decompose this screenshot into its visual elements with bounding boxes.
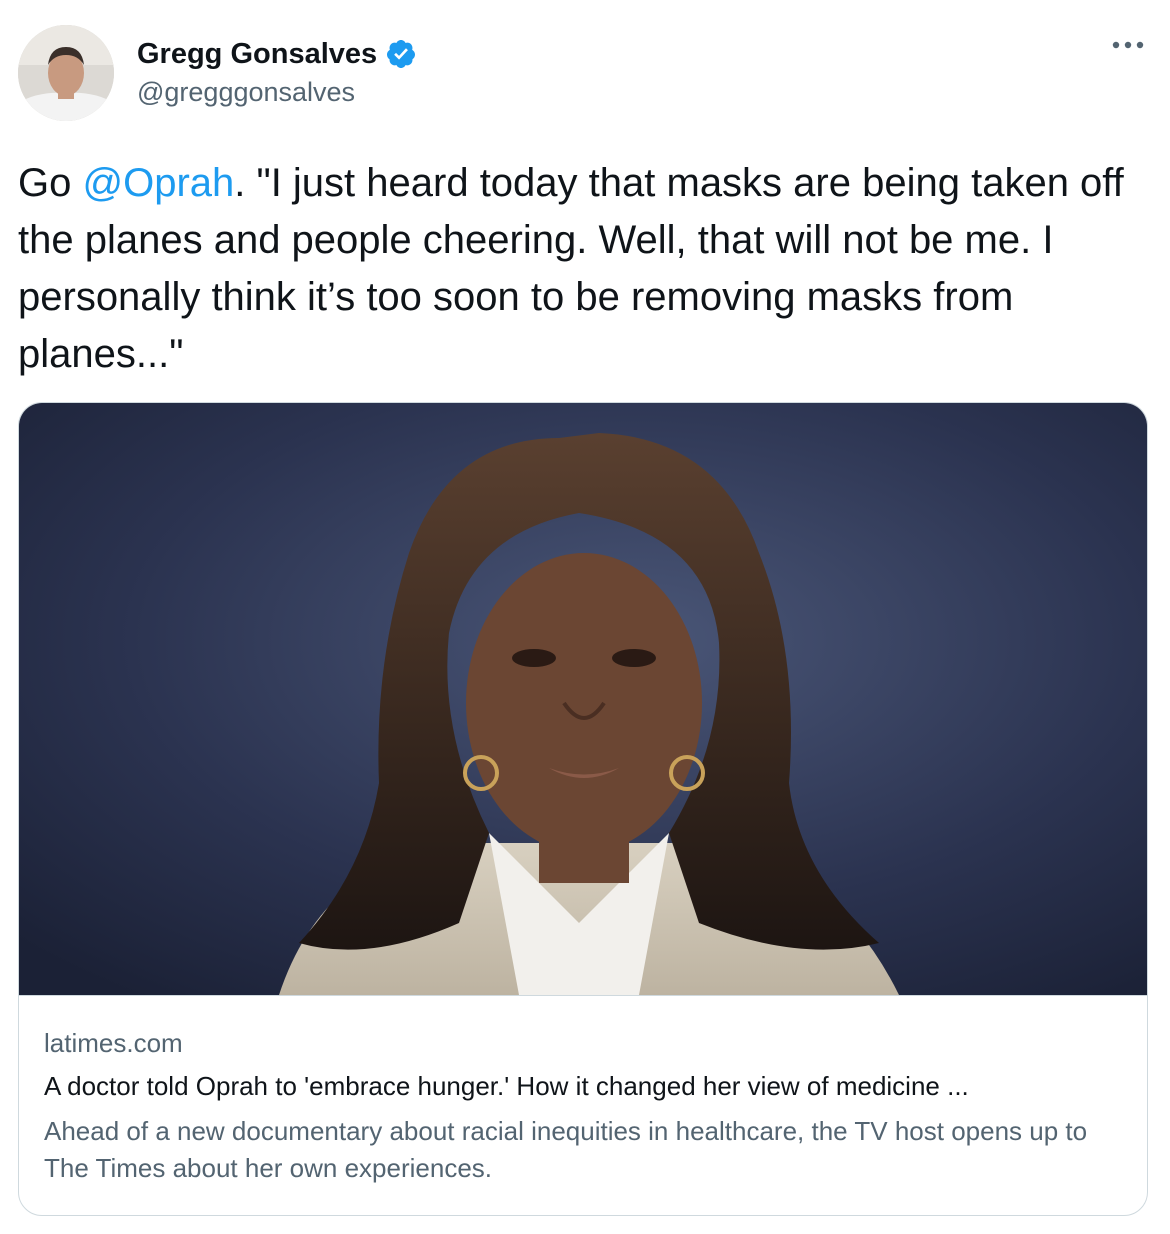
mention-link[interactable]: @Oprah: [82, 161, 234, 205]
tweet-text-prefix: Go: [18, 161, 83, 205]
ellipsis-icon: [1112, 41, 1144, 49]
link-card-title: A doctor told Oprah to 'embrace hunger.'…: [44, 1071, 969, 1101]
tweet-text: Go @Oprah. "I just heard today that mask…: [18, 155, 1148, 383]
more-options-button[interactable]: [1110, 30, 1146, 60]
link-card-image[interactable]: [19, 403, 1147, 996]
author-handle[interactable]: @gregggonsalves: [137, 77, 355, 108]
link-preview-card[interactable]: latimes.com A doctor told Oprah to 'embr…: [18, 402, 1148, 1216]
tweet: Gregg Gonsalves @gregggonsalves Go @Opra…: [0, 0, 1170, 1234]
author-avatar[interactable]: [18, 25, 114, 121]
portrait-photo-icon: [19, 403, 1147, 995]
profile-photo-icon: [18, 25, 114, 121]
link-card-domain: latimes.com: [44, 1028, 183, 1058]
link-card-description: Ahead of a new documentary about racial …: [44, 1116, 1088, 1183]
author-name[interactable]: Gregg Gonsalves: [137, 38, 377, 71]
verified-badge-icon: [387, 40, 416, 68]
